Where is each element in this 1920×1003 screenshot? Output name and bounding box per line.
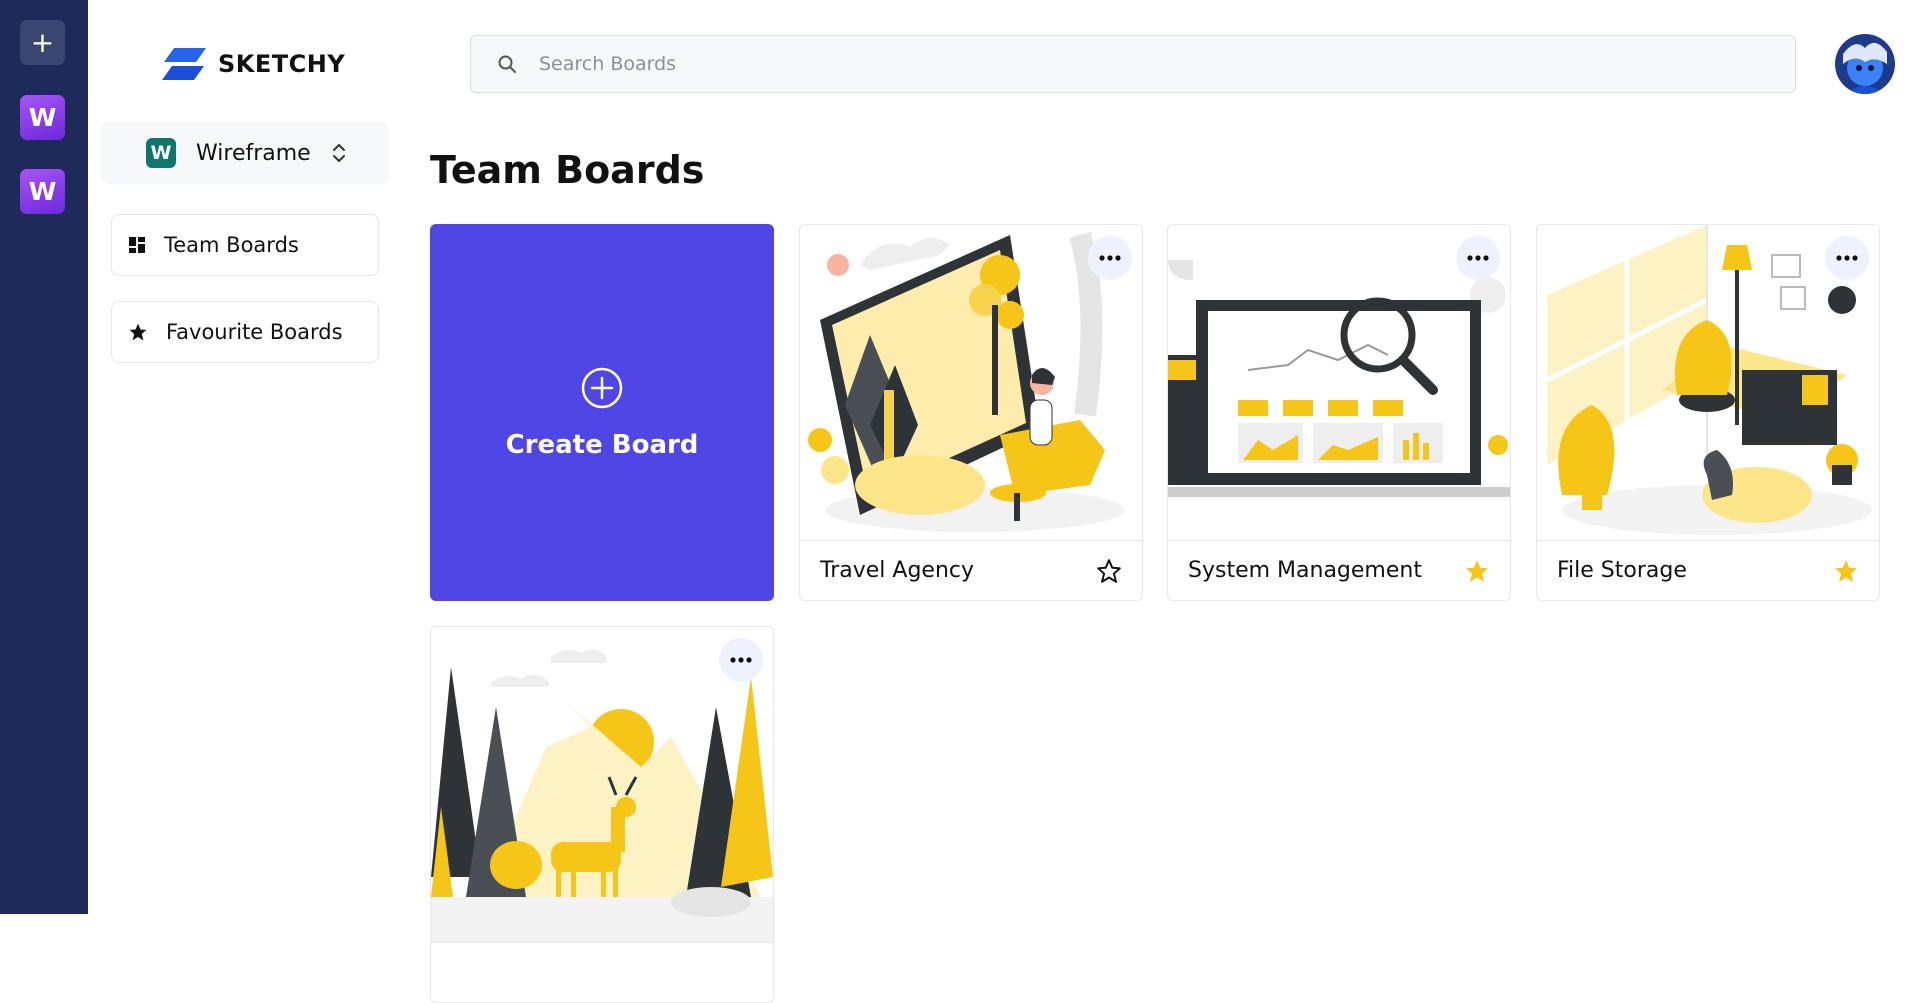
board-card-footer: Travel Agency (800, 540, 1142, 600)
board-name: File Storage (1557, 558, 1687, 583)
search-bar (470, 35, 1796, 93)
ellipsis-icon (1836, 255, 1858, 261)
workspace-selector[interactable]: W Wireframe (101, 122, 389, 184)
user-avatar[interactable] (1835, 34, 1895, 94)
more-options-button[interactable] (1456, 236, 1500, 280)
board-card[interactable]: Travel Agency (799, 224, 1143, 601)
star-filled-icon[interactable] (1833, 558, 1859, 584)
avatar-image (1835, 34, 1895, 94)
board-card-footer (431, 942, 773, 1002)
board-name: System Management (1188, 558, 1422, 583)
sidebar-item-label: Team Boards (164, 233, 299, 257)
sidebar-item-team-boards[interactable]: Team Boards (111, 214, 379, 276)
create-board-label: Create Board (505, 429, 699, 460)
workspace-badge: W (146, 138, 176, 168)
board-card[interactable] (430, 626, 774, 1003)
board-card[interactable]: File Storage (1536, 224, 1880, 601)
dashboard-icon (129, 237, 145, 253)
workspace-name: Wireframe (196, 140, 311, 166)
sidebar-item-favourite-boards[interactable]: Favourite Boards (111, 301, 379, 363)
board-card[interactable]: System Management (1167, 224, 1511, 601)
board-thumbnail-system (1168, 225, 1510, 540)
page-title: Team Boards (430, 148, 705, 192)
board-thumbnail-nature (431, 627, 773, 942)
board-thumbnail-travel (800, 225, 1142, 540)
search-input[interactable] (539, 53, 1539, 75)
more-options-button[interactable] (719, 638, 763, 682)
sketchy-logo-icon (162, 48, 206, 80)
brand-logo[interactable]: SKETCHY (160, 46, 345, 82)
board-card-footer: System Management (1168, 540, 1510, 600)
workspace-switch-2[interactable]: W (20, 169, 65, 214)
workspace-switch-1[interactable]: W (20, 95, 65, 140)
add-workspace-button[interactable]: + (20, 20, 65, 65)
sidebar-item-label: Favourite Boards (166, 320, 343, 344)
ellipsis-icon (1467, 255, 1489, 261)
board-name: Travel Agency (820, 558, 974, 583)
more-options-button[interactable] (1088, 236, 1132, 280)
star-icon (129, 323, 147, 341)
brand-name: SKETCHY (218, 50, 346, 78)
board-thumbnail-storage (1537, 225, 1879, 540)
ellipsis-icon (1099, 255, 1121, 261)
workspace-rail: + W W (0, 0, 88, 914)
board-card-footer: File Storage (1537, 540, 1879, 600)
plus-circle-icon (581, 367, 623, 408)
sidebar: SKETCHY W Wireframe Team Boards Favourit… (88, 0, 398, 914)
ellipsis-icon (730, 657, 752, 663)
more-options-button[interactable] (1825, 236, 1869, 280)
create-board-button[interactable]: Create Board (430, 224, 774, 601)
chevron-up-down-icon (332, 144, 345, 162)
search-icon (498, 55, 516, 73)
star-outline-icon[interactable] (1096, 558, 1122, 584)
star-filled-icon[interactable] (1464, 558, 1490, 584)
